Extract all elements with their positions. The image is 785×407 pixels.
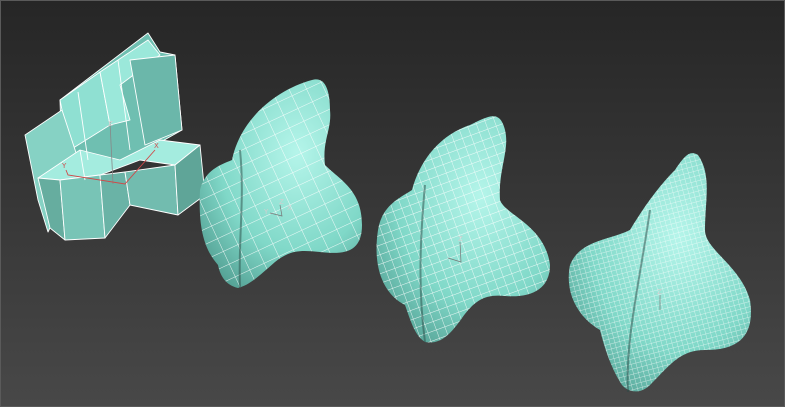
axis-z-label: Z: [657, 288, 662, 296]
axis-y-label: Y: [263, 208, 269, 216]
axis-y-label: Y: [61, 162, 67, 170]
3d-viewport[interactable]: Z X Y Z X Y Z Z: [0, 0, 785, 407]
axis-x-label: X: [154, 142, 159, 150]
axis-x-label: X: [287, 204, 292, 212]
axis-z-label: Z: [108, 120, 113, 128]
axis-z-label: Z: [279, 198, 284, 206]
viewport-canvas[interactable]: Z X Y Z X Y Z Z: [0, 0, 785, 407]
axis-z-label: Z: [458, 235, 463, 243]
